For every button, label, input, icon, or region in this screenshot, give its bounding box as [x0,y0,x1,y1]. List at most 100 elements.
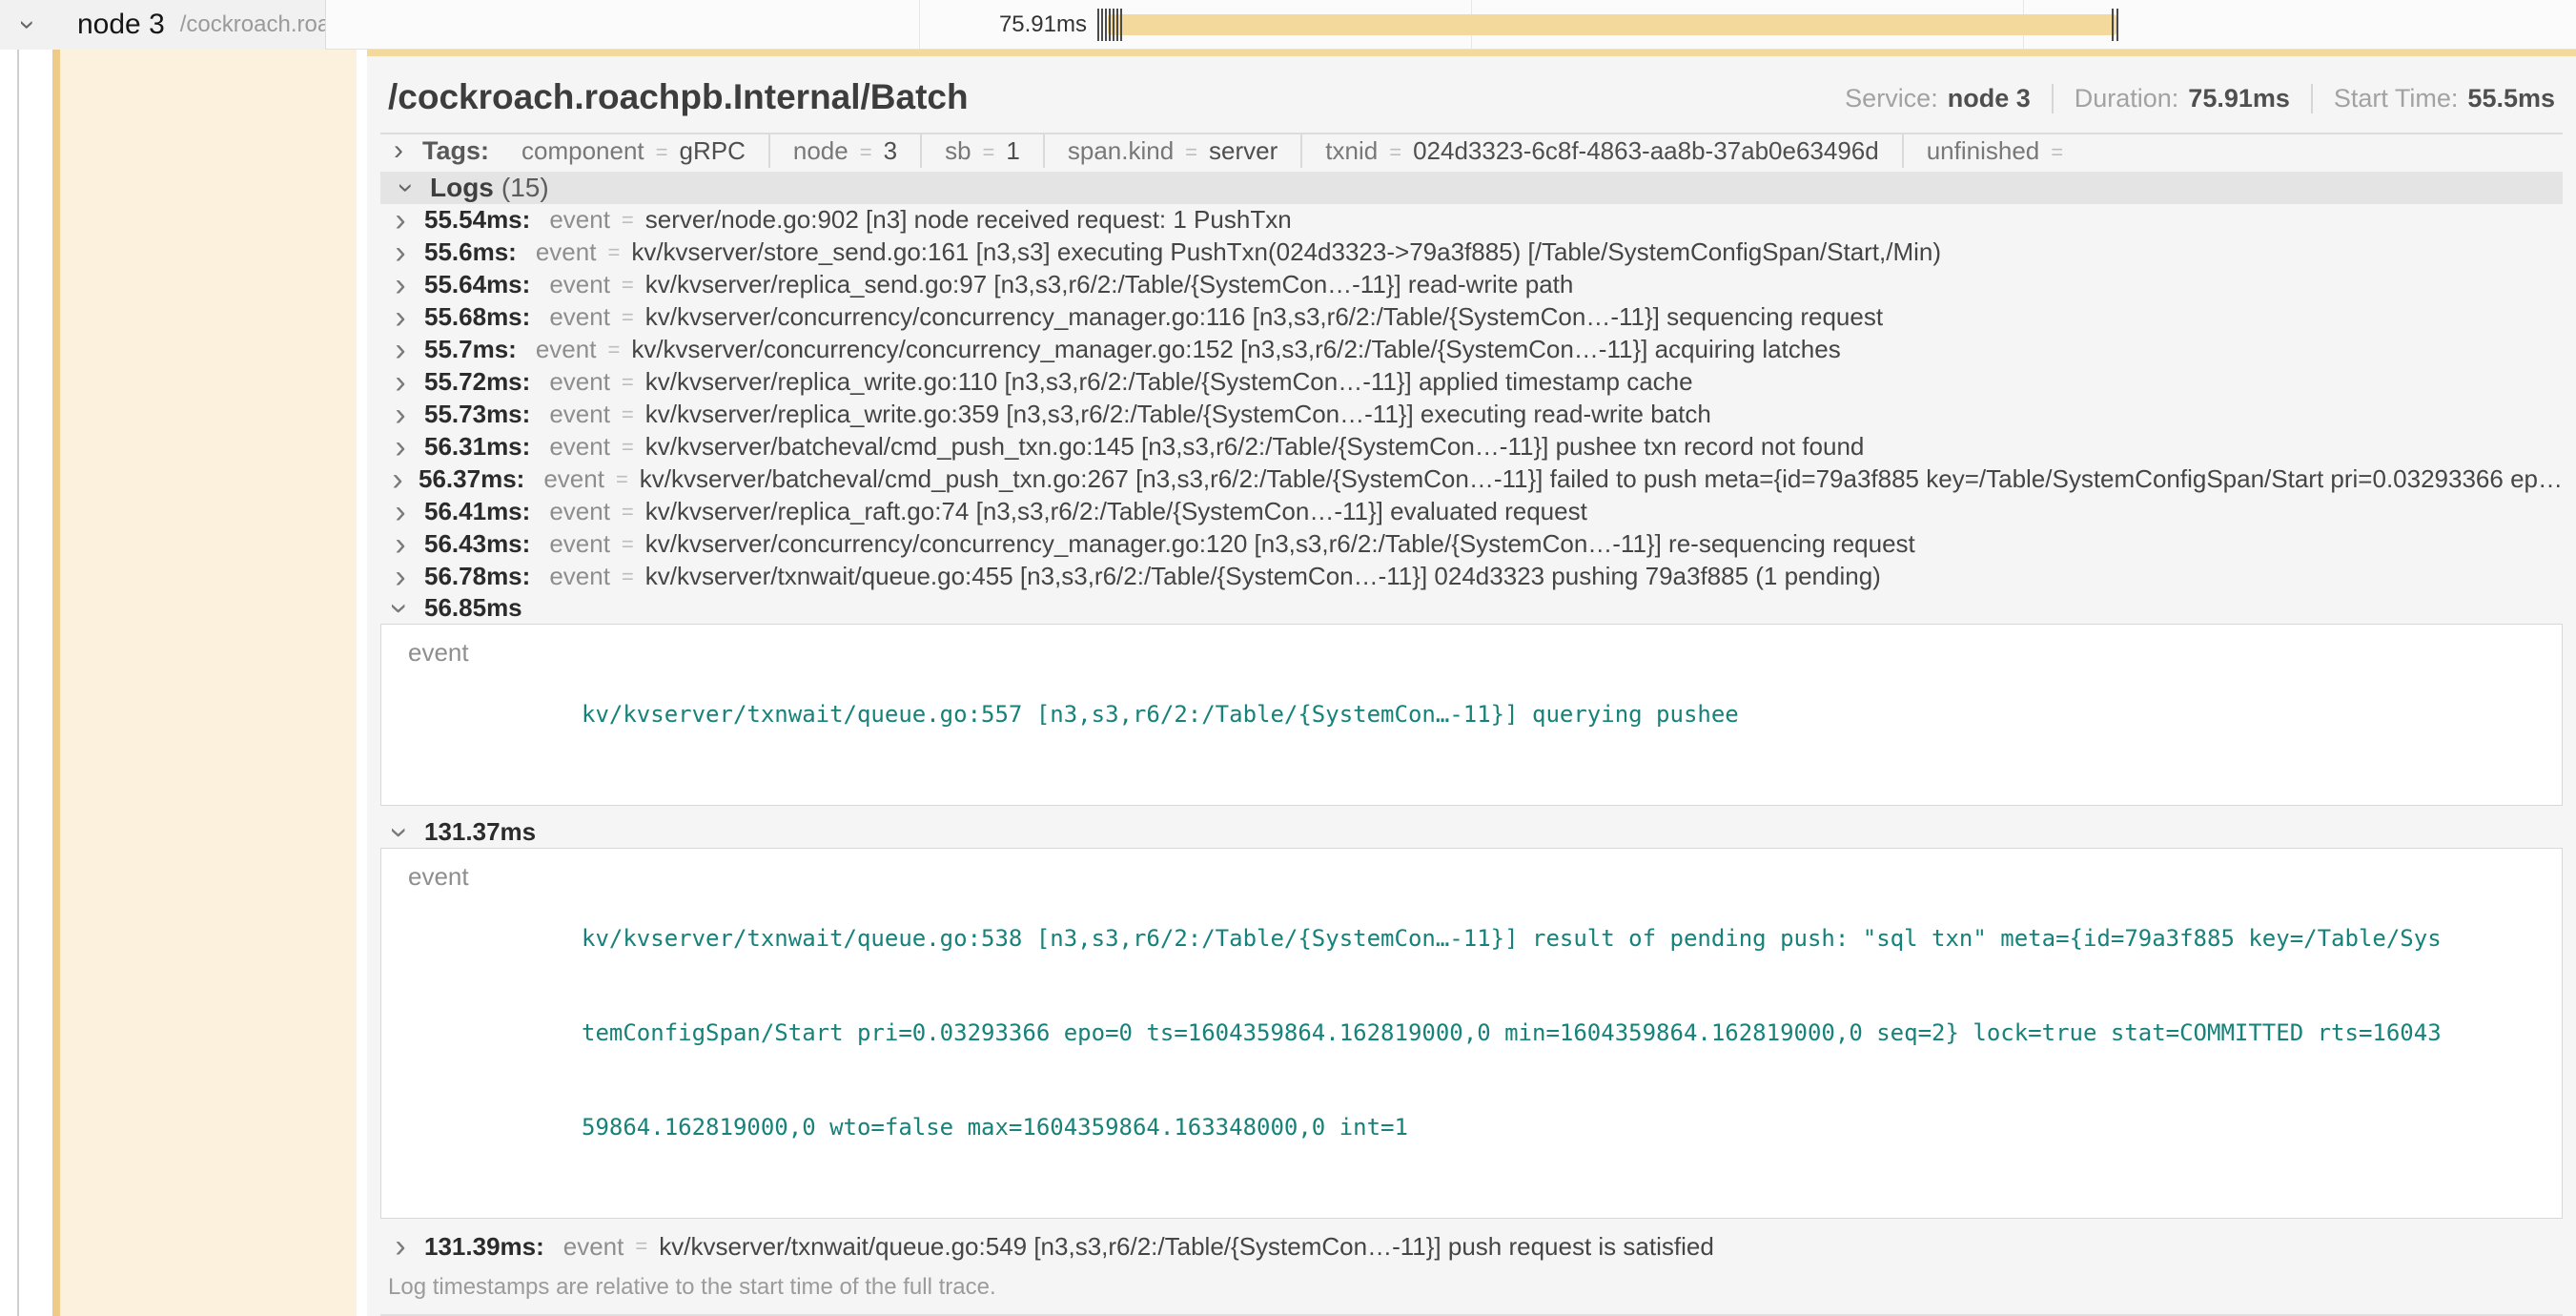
log-marker-tick [2112,9,2114,41]
log-value-mono: kv/kvserver/txnwait/queue.go:557 [n3,s3,… [582,636,1739,793]
chevron-right-icon [390,269,411,301]
span-bar[interactable] [1108,14,2116,35]
log-timestamp: 55.54ms: [424,205,530,235]
log-row[interactable]: 55.73ms: event = kv/kvserver/replica_wri… [380,399,2563,431]
span-detail-card: /cockroach.roachpb.Internal/Batch Servic… [367,50,2576,1316]
equals-sign: = [622,402,634,427]
log-row[interactable]: 55.7ms: event = kv/kvserver/concurrency/… [380,334,2563,366]
log-value: kv/kvserver/batcheval/cmd_push_txn.go:14… [645,432,1865,462]
equals-sign: = [622,435,634,460]
log-row[interactable]: 55.72ms: event = kv/kvserver/replica_wri… [380,366,2563,399]
stat-value: 55.5ms [2467,84,2555,113]
chevron-right-icon [388,136,409,165]
chevron-right-icon [390,366,411,399]
tag-item: txnid=024d3323-6c8f-4863-aa8b-37ab0e6349… [1300,134,1901,168]
collapse-row-control[interactable] [0,0,54,50]
log-key: event [549,205,610,235]
stat-start-time: Start Time:55.5ms [2311,84,2555,113]
log-marker-tick [1116,9,1118,41]
log-value: kv/kvserver/store_send.go:161 [n3,s3] ex… [631,237,1941,267]
span-service-name: node 3 [77,9,165,41]
tag-item: span.kind=server [1043,134,1300,168]
equals-sign: = [622,370,634,395]
chevron-right-icon [390,399,411,431]
log-marker-tick [1113,9,1114,41]
chevron-right-icon [390,528,411,561]
logs-title: Logs [430,173,494,203]
log-value-mono: kv/kvserver/txnwait/queue.go:538 [n3,s3,… [582,860,2442,1206]
equals-sign: = [622,273,634,298]
log-row[interactable]: 56.37ms: event = kv/kvserver/batcheval/c… [380,463,2563,496]
equals-sign: = [622,305,634,330]
log-timestamp: 56.43ms: [424,529,530,559]
log-value: kv/kvserver/txnwait/queue.go:549 [n3,s3,… [659,1232,1714,1262]
tag-item: unfinished= [1902,134,2097,168]
equals-sign: = [607,338,620,362]
logs-section-toggle[interactable]: Logs (15) [380,172,2563,204]
log-value: kv/kvserver/replica_raft.go:74 [n3,s3,r6… [645,497,1587,526]
equals-sign: = [622,208,634,233]
equals-sign: = [2051,140,2063,164]
log-row[interactable]: 55.54ms: event = server/node.go:902 [n3]… [380,204,2563,236]
log-row[interactable]: 55.64ms: event = kv/kvserver/replica_sen… [380,269,2563,301]
log-timestamp: 56.85ms [424,593,522,623]
log-value: kv/kvserver/replica_write.go:110 [n3,s3,… [645,367,1693,397]
equals-sign: = [616,467,628,492]
log-row-expanded-header[interactable]: 131.37ms [380,817,2563,848]
log-row[interactable]: 56.78ms: event = kv/kvserver/txnwait/que… [380,561,2563,593]
tags-section-toggle[interactable]: Tags: component=gRPC node=3 sb=1 span.ki… [380,134,2563,168]
span-color-strip [52,50,60,1316]
log-timestamp: 131.37ms [424,817,536,847]
log-key: event [549,367,610,397]
log-timestamp: 56.31ms: [424,432,530,462]
equals-sign: = [622,532,634,557]
span-stats: Service:node 3 Duration:75.91ms Start Ti… [1824,84,2555,117]
log-detail-table: event kv/kvserver/txnwait/queue.go:538 [… [380,848,2563,1219]
log-marker-tick [1109,9,1111,41]
log-value: kv/kvserver/concurrency/concurrency_mana… [631,335,1840,364]
equals-sign: = [635,1234,647,1259]
log-row[interactable]: 56.31ms: event = kv/kvserver/batcheval/c… [380,431,2563,463]
log-key: event [536,237,597,267]
log-key: event [543,464,604,494]
chevron-right-icon [390,496,411,528]
equals-sign: = [622,500,634,524]
tag-item: sb=1 [920,134,1043,168]
chevron-down-icon [396,174,417,202]
log-value: kv/kvserver/replica_write.go:359 [n3,s3,… [645,400,1711,429]
log-key: event [381,860,582,1206]
log-timestamp: 131.39ms: [424,1232,544,1262]
span-name-tab[interactable]: node 3 /cockroach.roach… [54,0,326,50]
stat-label: Service: [1845,84,1938,113]
log-value: kv/kvserver/replica_send.go:97 [n3,s3,r6… [645,270,1574,299]
tag-item: component=gRPC [499,134,768,168]
chevron-right-icon [390,431,411,463]
stat-duration: Duration:75.91ms [2052,84,2311,113]
span-detail-header: /cockroach.roachpb.Internal/Batch Servic… [380,56,2563,134]
log-row[interactable]: 131.39ms: event = kv/kvserver/txnwait/qu… [380,1230,2563,1263]
selected-span-row-highlight[interactable] [60,50,357,1316]
tags-label: Tags: [422,136,489,166]
equals-sign: = [983,140,995,164]
log-timestamp: 55.73ms: [424,400,530,429]
logs-footer-note: Log timestamps are relative to the start… [380,1263,2563,1316]
log-marker-tick [1097,9,1099,41]
log-key: event [536,335,597,364]
log-key: event [549,400,610,429]
chevron-down-icon [390,593,411,624]
log-row[interactable]: 56.41ms: event = kv/kvserver/replica_raf… [380,496,2563,528]
log-timestamp: 55.7ms: [424,335,517,364]
log-value: kv/kvserver/concurrency/concurrency_mana… [645,529,1915,559]
log-timestamp: 56.37ms: [419,464,524,494]
log-marker-tick [1105,9,1107,41]
log-row-expanded-header[interactable]: 56.85ms [380,593,2563,624]
log-timestamp: 55.6ms: [424,237,517,267]
tag-item: node=3 [768,134,920,168]
log-row[interactable]: 55.6ms: event = kv/kvserver/store_send.g… [380,236,2563,269]
log-row[interactable]: 56.43ms: event = kv/kvserver/concurrency… [380,528,2563,561]
chevron-right-icon [390,204,411,236]
stat-value: 75.91ms [2188,84,2290,113]
chevron-right-icon [390,1230,411,1263]
log-value: server/node.go:902 [n3] node received re… [645,205,1292,235]
log-row[interactable]: 55.68ms: event = kv/kvserver/concurrency… [380,301,2563,334]
